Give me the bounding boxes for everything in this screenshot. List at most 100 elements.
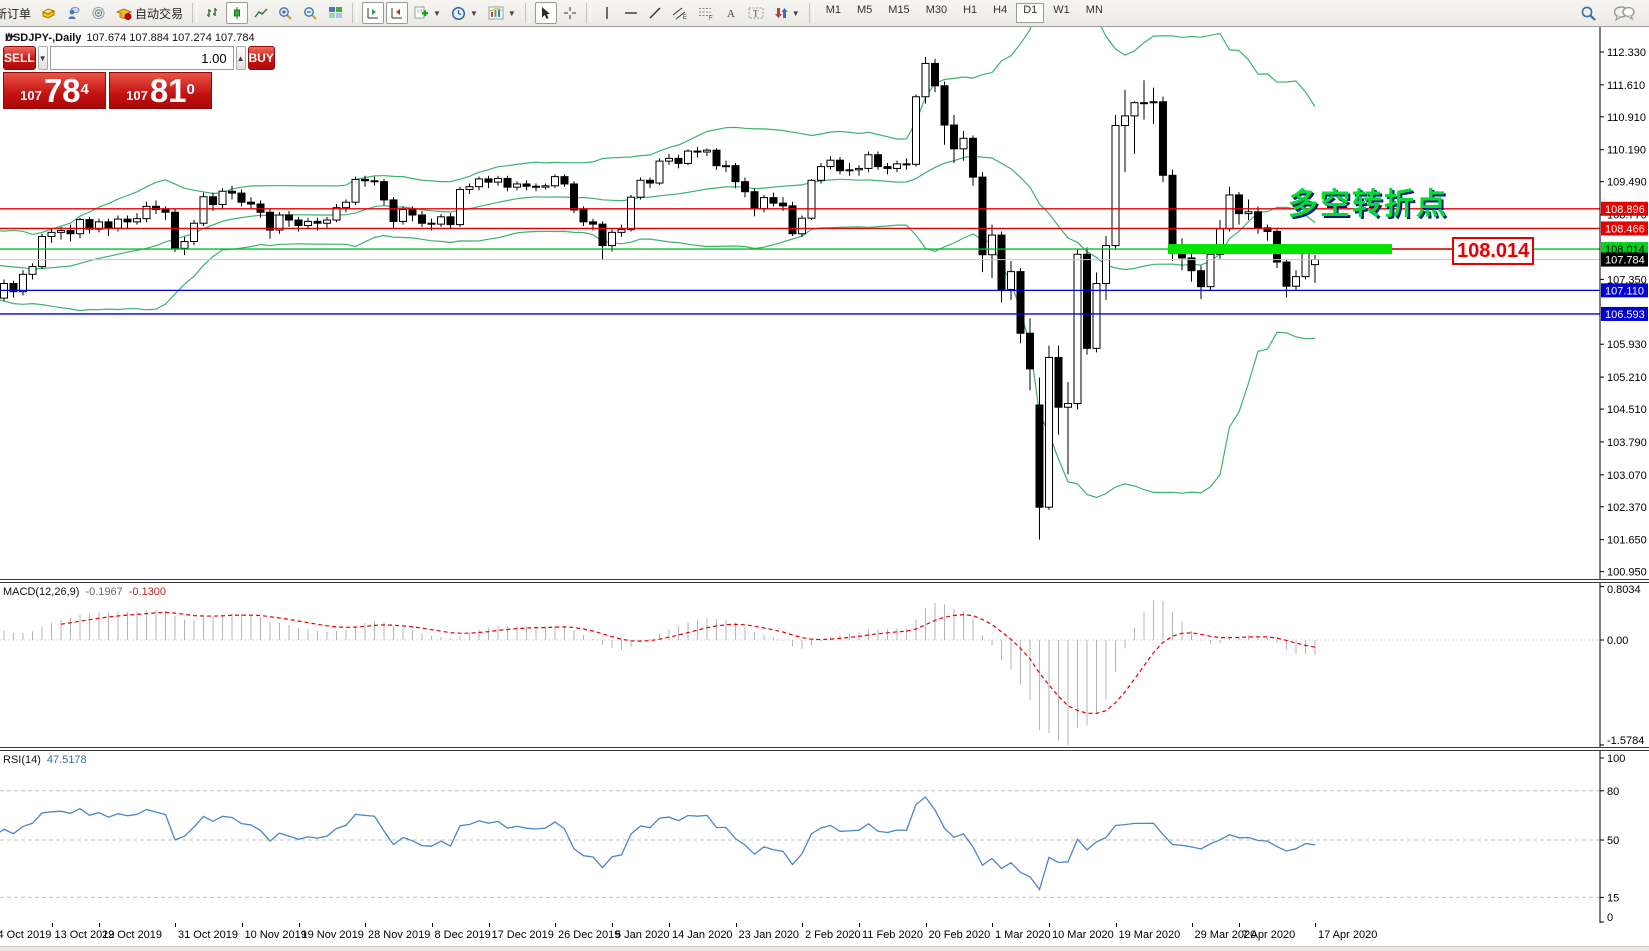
horizontal-line-button[interactable]	[620, 2, 642, 24]
date-tick	[1239, 923, 1240, 927]
templates-button[interactable]: ▼	[484, 2, 520, 24]
rsi-label: RSI(14) 47.5178	[3, 754, 87, 766]
date-tick	[99, 923, 100, 927]
rsi-panel[interactable]: 1008050150 RSI(14) 47.5178	[0, 751, 1649, 923]
date-axis[interactable]: 4 Oct 201913 Oct 201922 Oct 201931 Oct 2…	[0, 923, 1649, 946]
arrows-icon	[774, 6, 788, 20]
autotrading-button[interactable]: 自动交易	[112, 2, 187, 24]
line-chart-button[interactable]	[250, 2, 272, 24]
date-label: 8 Dec 2019	[435, 929, 491, 941]
equidistant-channel-button[interactable]: E	[668, 2, 692, 24]
candlestick-chart-button[interactable]	[226, 2, 248, 24]
macd-signal-value: -0.1300	[129, 586, 166, 598]
date-tick	[1315, 923, 1316, 927]
text-label-icon: T	[748, 6, 764, 20]
sell-price-point: 4	[81, 73, 89, 107]
macd-panel[interactable]: 0.80340.00-1.5784 MACD(12,26,9) -0.1967 …	[0, 583, 1649, 747]
line-chart-icon	[254, 6, 268, 20]
trade-prices-row: 107 78 4 107 81 0	[3, 72, 215, 109]
timeframe-button-mn[interactable]: MN	[1079, 3, 1110, 23]
community-chat-button[interactable]	[1609, 2, 1639, 24]
cursor-button[interactable]	[535, 2, 557, 24]
zoom-out-icon	[303, 6, 318, 21]
date-label: 31 Oct 2019	[178, 929, 238, 941]
text-label-button[interactable]: T	[744, 2, 768, 24]
periods-button[interactable]: ▼	[447, 2, 482, 24]
svg-text:100.950: 100.950	[1607, 567, 1647, 579]
chart-shift-icon	[366, 6, 380, 20]
zoom-out-button[interactable]	[299, 2, 322, 24]
cursor-icon	[539, 6, 552, 20]
timeframe-button-m15[interactable]: M15	[881, 3, 916, 23]
macd-main-value: -0.1967	[85, 586, 122, 598]
toolbar-separator	[192, 3, 197, 23]
crosshair-icon	[563, 6, 577, 20]
fibonacci-button[interactable]: F	[694, 2, 718, 24]
crosshair-button[interactable]	[559, 2, 581, 24]
timeframe-button-h4[interactable]: H4	[986, 3, 1014, 23]
bar-chart-button[interactable]	[202, 2, 224, 24]
navigator-button[interactable]	[62, 2, 85, 24]
sell-price-tile[interactable]: 107 78 4	[3, 72, 106, 109]
market-watch-button[interactable]	[37, 2, 60, 24]
buy-price-point: 0	[187, 73, 195, 107]
timeframe-button-h1[interactable]: H1	[956, 3, 984, 23]
date-label: 10 Mar 2020	[1052, 929, 1114, 941]
text-button[interactable]: A	[720, 2, 742, 24]
buy-button[interactable]: BUY	[248, 46, 275, 70]
macd-axis-ticks: 0.80340.00-1.5784	[1600, 584, 1644, 747]
dropdown-caret: ▼	[792, 9, 800, 18]
tile-windows-button[interactable]	[324, 2, 347, 24]
arrows-button[interactable]: ▼	[770, 2, 804, 24]
timeframe-button-d1[interactable]: D1	[1016, 3, 1044, 23]
svg-text:T: T	[753, 9, 759, 19]
timeframe-group: M1M5M15M30H1H4D1W1MN	[819, 3, 1110, 23]
date-label: 4 Oct 2019	[0, 929, 51, 941]
volume-increase-button[interactable]: ▲	[236, 46, 246, 70]
svg-text:50: 50	[1607, 835, 1619, 847]
vertical-line-button[interactable]	[596, 2, 618, 24]
trendline-button[interactable]	[644, 2, 666, 24]
dropdown-caret: ▼	[470, 9, 478, 18]
auto-scroll-button[interactable]	[386, 2, 408, 24]
price-callout-label: 108.014	[1452, 237, 1534, 265]
turning-point-annotation: 多空转折点	[1288, 179, 1448, 223]
macd-histogram	[4, 600, 1315, 745]
timeframe-button-w1[interactable]: W1	[1046, 3, 1077, 23]
date-tick	[1192, 923, 1193, 927]
svg-text:108.466: 108.466	[1605, 223, 1645, 235]
rsi-canvas: 1008050150	[0, 751, 1649, 923]
new-chart-button[interactable]: ▼	[410, 2, 445, 24]
svg-text:107.784: 107.784	[1605, 255, 1645, 267]
date-label: 20 Feb 2020	[929, 929, 991, 941]
svg-text:100: 100	[1607, 753, 1625, 765]
toolbar-separator	[809, 3, 814, 23]
svg-text:103.790: 103.790	[1607, 437, 1647, 449]
date-tick	[175, 923, 176, 927]
timeframe-button-m5[interactable]: M5	[850, 3, 879, 23]
toolbar-separator	[525, 3, 530, 23]
dropdown-caret: ▼	[508, 9, 516, 18]
new-order-label: 新订单	[0, 5, 31, 22]
signals-button[interactable]	[87, 2, 110, 24]
timeframe-button-m30[interactable]: M30	[919, 3, 954, 23]
buy-price-tile[interactable]: 107 81 0	[109, 72, 212, 109]
volume-input[interactable]	[50, 46, 234, 70]
sell-button[interactable]: SELL	[3, 46, 36, 70]
new-order-button[interactable]: 新订单	[0, 2, 35, 24]
search-button[interactable]	[1576, 2, 1601, 24]
search-icon	[1580, 5, 1597, 22]
date-tick	[242, 923, 243, 927]
svg-text:110.190: 110.190	[1607, 145, 1646, 157]
main-chart-panel[interactable]: 112.330111.610110.910110.190109.490108.7…	[0, 27, 1649, 579]
timeframe-button-m1[interactable]: M1	[819, 3, 848, 23]
buy-price-figure: 107	[126, 86, 148, 106]
auto-scroll-icon	[390, 6, 404, 20]
volume-decrease-button[interactable]: ▼	[38, 46, 48, 70]
chart-shift-button[interactable]	[362, 2, 384, 24]
date-label: 22 Oct 2019	[102, 929, 162, 941]
trade-controls-row: SELL ▼ ▲ BUY	[3, 46, 215, 70]
main-chart-canvas[interactable]: 112.330111.610110.910110.190109.490108.7…	[0, 27, 1649, 579]
date-tick	[1049, 923, 1050, 927]
zoom-in-button[interactable]	[274, 2, 297, 24]
